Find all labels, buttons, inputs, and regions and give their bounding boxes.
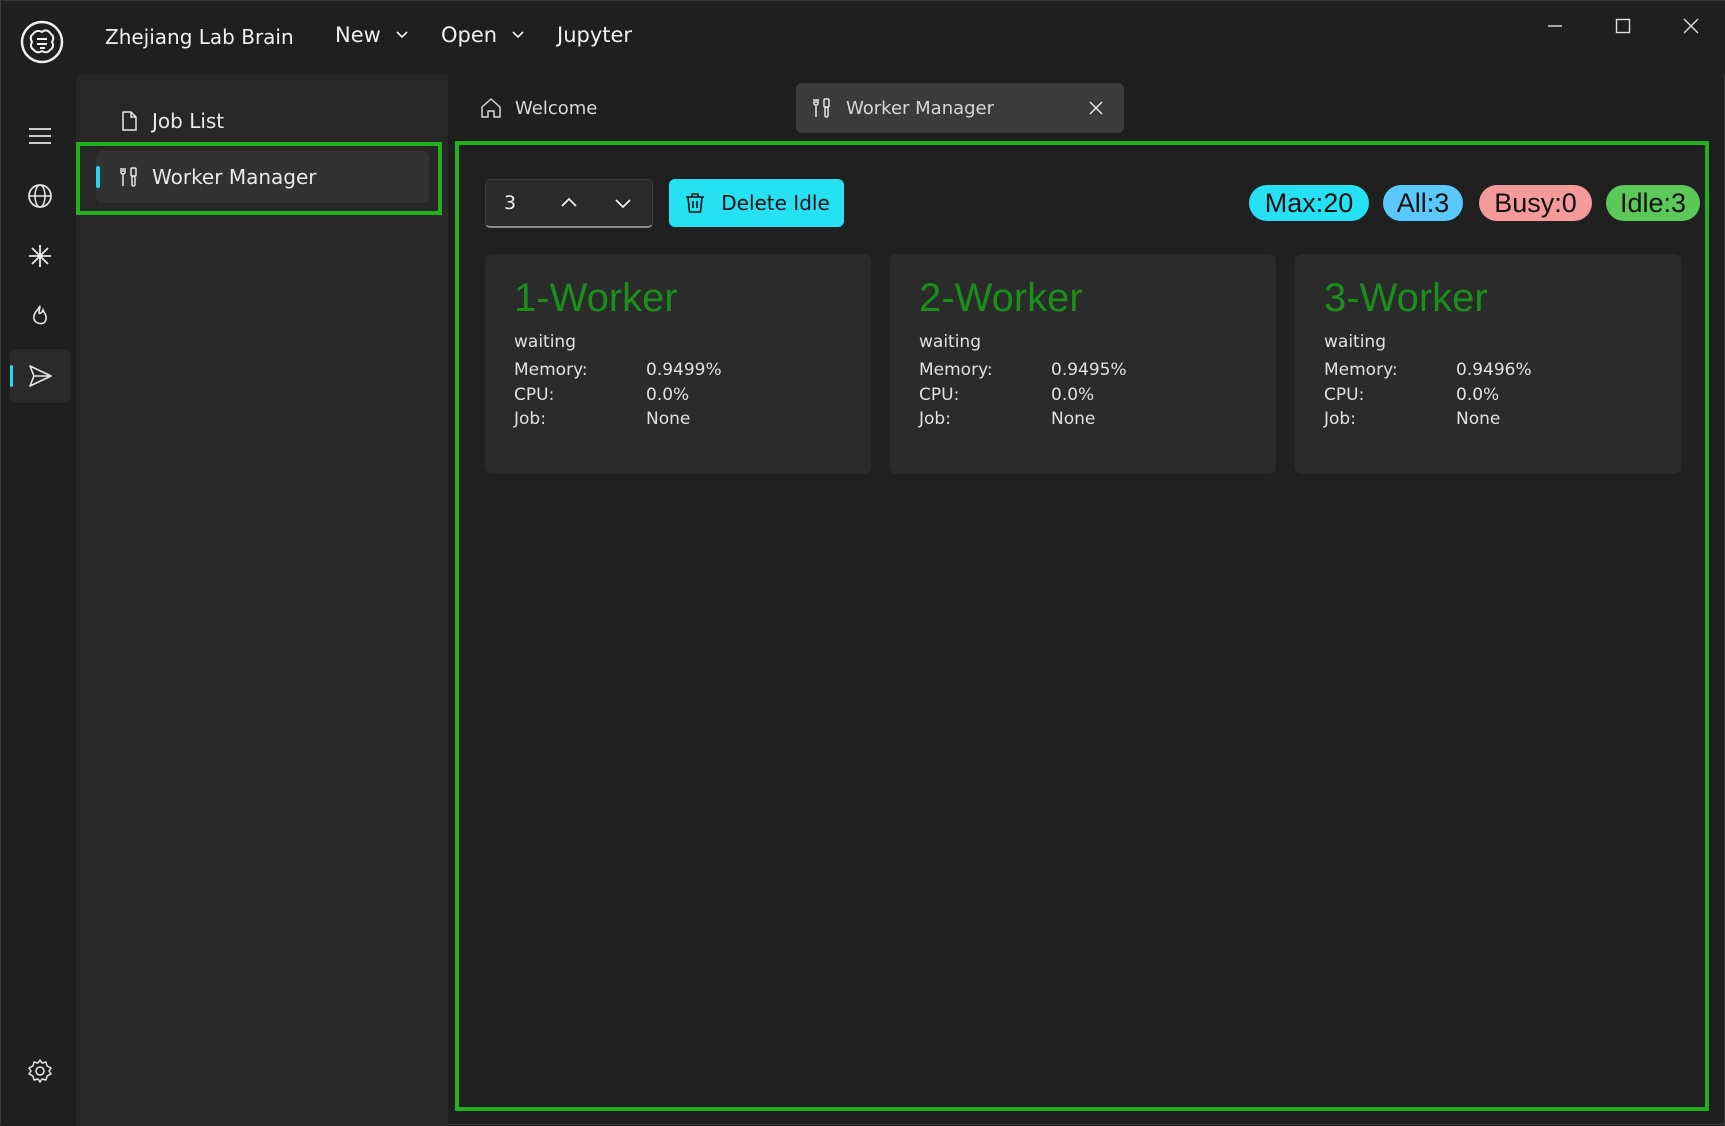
worker-card-2: 2-Worker waiting Memory: 0.9495% CPU: 0.0%… bbox=[890, 254, 1276, 474]
job-label: Job: bbox=[1324, 409, 1356, 429]
job-label: Job: bbox=[919, 409, 951, 429]
cpu-label: CPU: bbox=[514, 385, 555, 405]
worker-status: waiting bbox=[919, 332, 981, 352]
tab-label: Worker Manager bbox=[846, 97, 995, 119]
memory-value: 0.9495% bbox=[1051, 360, 1127, 380]
worker-count-stepper[interactable]: 3 bbox=[485, 179, 653, 228]
nav-rail bbox=[1, 75, 76, 1126]
sidebar-item-label: Job List bbox=[152, 109, 225, 133]
home-icon bbox=[481, 98, 501, 118]
chevron-down-icon bbox=[512, 31, 524, 39]
worker-count-value[interactable]: 3 bbox=[486, 192, 542, 214]
worker-status: waiting bbox=[1324, 332, 1386, 352]
job-value: None bbox=[1456, 409, 1501, 429]
worker-card-3: 3-Worker waiting Memory: 0.9496% CPU: 0.0%… bbox=[1295, 254, 1681, 474]
cpu-label: CPU: bbox=[919, 385, 960, 405]
rail-asterisk-button[interactable] bbox=[10, 229, 70, 283]
delete-idle-button[interactable]: Delete Idle bbox=[669, 179, 844, 227]
menu-new[interactable]: New bbox=[335, 23, 409, 47]
cpu-value: 0.0% bbox=[1456, 385, 1500, 405]
app-title: Zhejiang Lab Brain bbox=[105, 25, 294, 49]
trash-icon bbox=[686, 193, 705, 213]
maximize-button[interactable] bbox=[1610, 13, 1636, 39]
menu-new-label: New bbox=[335, 23, 381, 47]
app-window: Zhejiang Lab Brain New Open Jupyter Job … bbox=[0, 0, 1725, 1126]
memory-value: 0.9496% bbox=[1456, 360, 1532, 380]
decrement-button[interactable] bbox=[596, 180, 650, 226]
worker-memory-row: Memory: 0.9495% bbox=[919, 360, 1127, 380]
tab-label: Welcome bbox=[515, 97, 598, 119]
worker-title: 1-Worker bbox=[514, 276, 678, 320]
settings-button[interactable] bbox=[10, 1044, 70, 1098]
worker-job-row: Job: None bbox=[919, 409, 1095, 429]
memory-label: Memory: bbox=[1324, 360, 1398, 380]
side-panel: Job List Worker Manager bbox=[76, 75, 448, 1126]
hamburger-menu-button[interactable] bbox=[10, 109, 70, 163]
worker-cpu-row: CPU: 0.0% bbox=[1324, 385, 1499, 405]
worker-title: 3-Worker bbox=[1324, 276, 1488, 320]
menu-open[interactable]: Open bbox=[441, 23, 525, 47]
menu-jupyter-label: Jupyter bbox=[557, 23, 633, 47]
sidebar-item-job-list[interactable]: Job List bbox=[96, 95, 429, 147]
tab-worker-manager[interactable]: Worker Manager bbox=[796, 83, 1124, 133]
cpu-value: 0.0% bbox=[646, 385, 690, 405]
rail-fire-button[interactable] bbox=[10, 289, 70, 343]
memory-label: Memory: bbox=[514, 360, 588, 380]
menu-jupyter[interactable]: Jupyter bbox=[557, 23, 632, 47]
worker-cpu-row: CPU: 0.0% bbox=[919, 385, 1094, 405]
worker-job-row: Job: None bbox=[514, 409, 690, 429]
worker-title: 2-Worker bbox=[919, 276, 1083, 320]
cpu-value: 0.0% bbox=[1051, 385, 1095, 405]
title-bar: Zhejiang Lab Brain New Open Jupyter bbox=[1, 1, 1725, 75]
document-icon bbox=[122, 111, 137, 131]
close-icon bbox=[1683, 18, 1699, 34]
worker-card-1: 1-Worker waiting Memory: 0.9499% CPU: 0.0%… bbox=[485, 254, 871, 474]
worker-cpu-row: CPU: 0.0% bbox=[514, 385, 689, 405]
rail-globe-button[interactable] bbox=[10, 169, 70, 223]
worker-memory-row: Memory: 0.9499% bbox=[514, 360, 722, 380]
idle-badge: Idle:3 bbox=[1606, 185, 1700, 221]
job-label: Job: bbox=[514, 409, 546, 429]
max-badge: Max:20 bbox=[1249, 185, 1369, 221]
close-window-button[interactable] bbox=[1678, 13, 1704, 39]
rail-send-button[interactable] bbox=[10, 349, 70, 403]
tab-close-button[interactable] bbox=[1086, 98, 1106, 118]
asterisk-icon bbox=[29, 245, 51, 267]
globe-icon bbox=[28, 184, 52, 208]
close-icon bbox=[1089, 101, 1103, 115]
worker-job-row: Job: None bbox=[1324, 409, 1500, 429]
gear-icon bbox=[28, 1059, 52, 1083]
worker-status: waiting bbox=[514, 332, 576, 352]
chevron-up-icon bbox=[561, 197, 577, 207]
send-icon bbox=[29, 365, 52, 387]
increment-button[interactable] bbox=[542, 180, 596, 226]
menu-icon bbox=[29, 128, 51, 144]
maximize-icon bbox=[1615, 18, 1631, 34]
job-value: None bbox=[1051, 409, 1096, 429]
tools-icon bbox=[813, 98, 830, 118]
cpu-label: CPU: bbox=[1324, 385, 1365, 405]
chevron-down-icon bbox=[615, 199, 631, 209]
tab-welcome[interactable]: Welcome bbox=[465, 83, 765, 133]
minimize-icon bbox=[1548, 25, 1562, 27]
chevron-down-icon bbox=[396, 31, 408, 39]
memory-label: Memory: bbox=[919, 360, 993, 380]
busy-badge: Busy:0 bbox=[1479, 185, 1592, 221]
minimize-button[interactable] bbox=[1542, 13, 1568, 39]
delete-idle-label: Delete Idle bbox=[721, 191, 830, 215]
menu-open-label: Open bbox=[441, 23, 498, 47]
worker-memory-row: Memory: 0.9496% bbox=[1324, 360, 1532, 380]
all-badge: All:3 bbox=[1383, 185, 1463, 221]
memory-value: 0.9499% bbox=[646, 360, 722, 380]
highlight-sidebar-selection bbox=[76, 142, 442, 215]
job-value: None bbox=[646, 409, 691, 429]
brain-icon bbox=[20, 20, 64, 64]
fire-icon bbox=[33, 305, 47, 325]
